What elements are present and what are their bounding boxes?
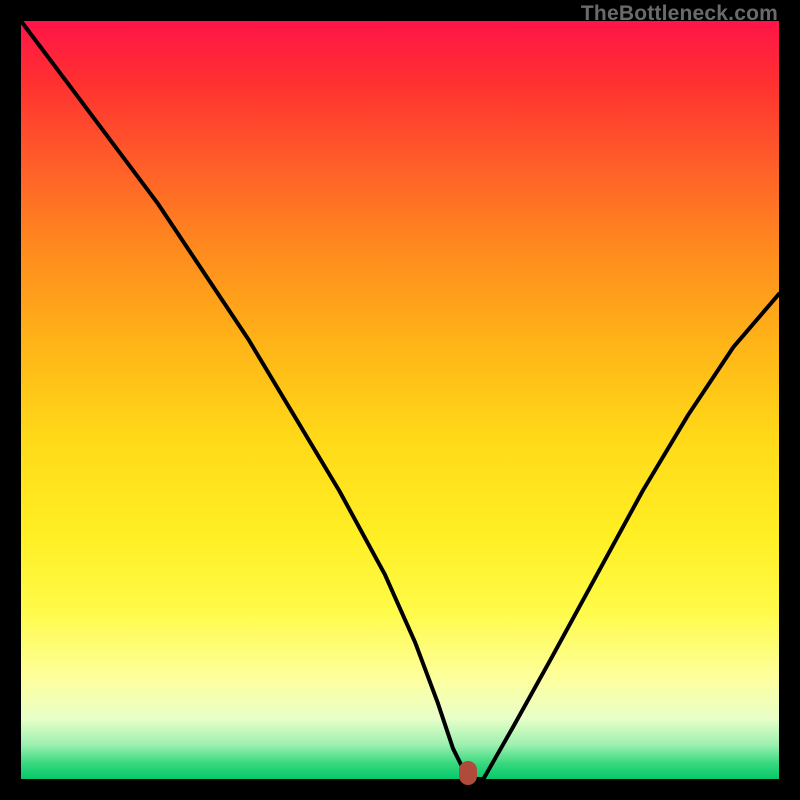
curve-svg bbox=[21, 21, 779, 779]
optimal-point-marker bbox=[459, 761, 477, 785]
plot-area bbox=[21, 21, 779, 779]
chart-frame: TheBottleneck.com bbox=[0, 0, 800, 800]
bottleneck-curve bbox=[21, 21, 779, 779]
